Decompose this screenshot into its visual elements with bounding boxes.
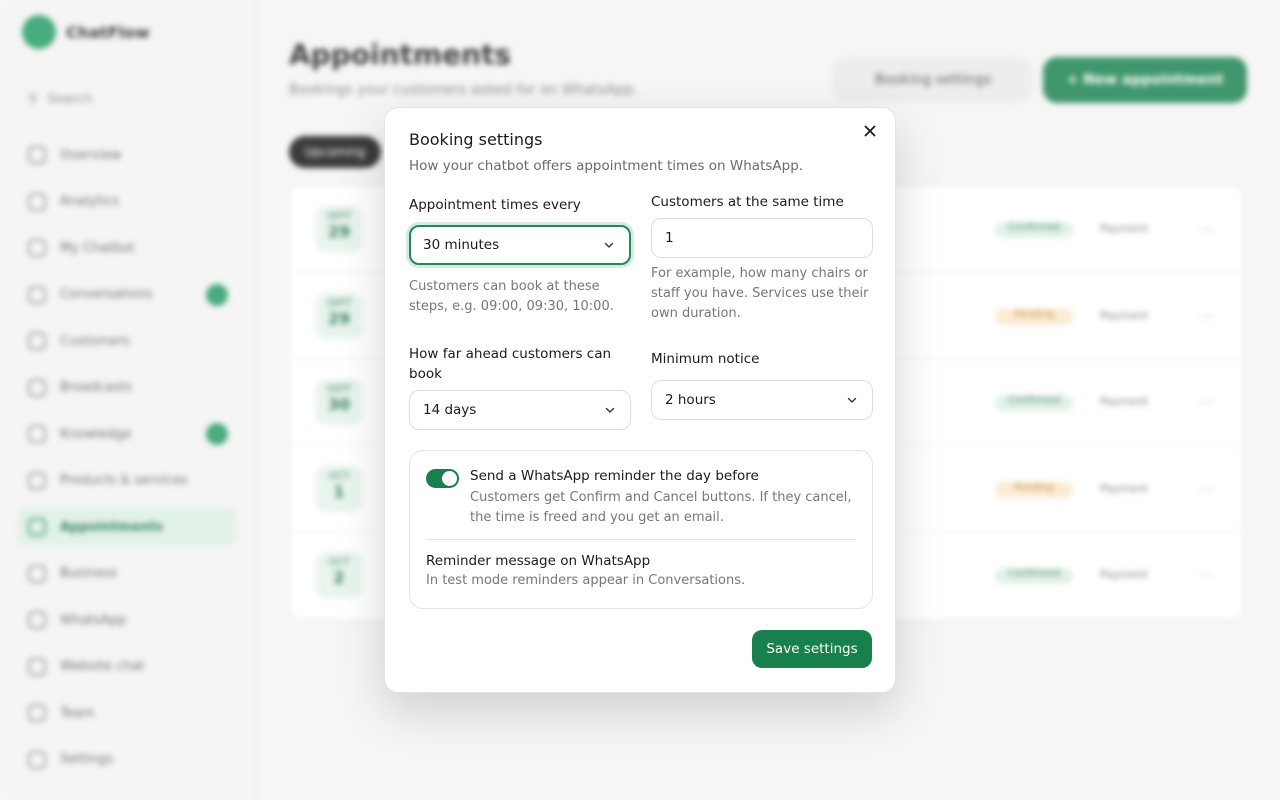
toggle-knob xyxy=(442,471,457,486)
reminder-message-title[interactable]: Reminder message on WhatsApp xyxy=(426,553,650,569)
horizon-select[interactable]: 14 days xyxy=(409,390,631,430)
reminder-toggle[interactable] xyxy=(426,469,459,488)
modal-subtitle: How your chatbot offers appointment time… xyxy=(409,158,804,174)
save-settings-button[interactable]: Save settings xyxy=(752,630,872,668)
interval-help: Customers can book at these steps, e.g. … xyxy=(409,279,614,314)
reminder-description: Customers get Confirm and Cancel buttons… xyxy=(470,490,852,525)
interval-value: 30 minutes xyxy=(423,237,500,253)
capacity-help: For example, how many chairs or staff yo… xyxy=(651,266,869,321)
reminder-message-description: In test mode reminders appear in Convers… xyxy=(426,573,746,588)
capacity-value: 1 xyxy=(665,230,674,246)
horizon-label: How far ahead customers can book xyxy=(409,346,612,382)
horizon-value: 14 days xyxy=(423,402,477,418)
close-button[interactable] xyxy=(860,121,880,141)
interval-select[interactable]: 30 minutes xyxy=(409,225,631,265)
notice-select[interactable]: 2 hours xyxy=(651,380,873,420)
booking-settings-modal: Booking settings How your chatbot offers… xyxy=(384,107,896,693)
reminder-section: Send a WhatsApp reminder the day before … xyxy=(409,450,873,609)
close-icon xyxy=(864,125,876,137)
modal-title: Booking settings xyxy=(409,130,543,149)
reminder-title: Send a WhatsApp reminder the day before xyxy=(470,468,759,484)
interval-label: Appointment times every xyxy=(409,197,581,213)
chevron-down-icon xyxy=(846,394,858,406)
capacity-input[interactable]: 1 xyxy=(651,218,873,258)
chevron-down-icon xyxy=(604,404,616,416)
capacity-label: Customers at the same time xyxy=(651,194,844,210)
notice-label: Minimum notice xyxy=(651,351,760,367)
divider xyxy=(426,539,856,540)
notice-value: 2 hours xyxy=(665,392,716,408)
chevron-down-icon xyxy=(603,239,615,251)
